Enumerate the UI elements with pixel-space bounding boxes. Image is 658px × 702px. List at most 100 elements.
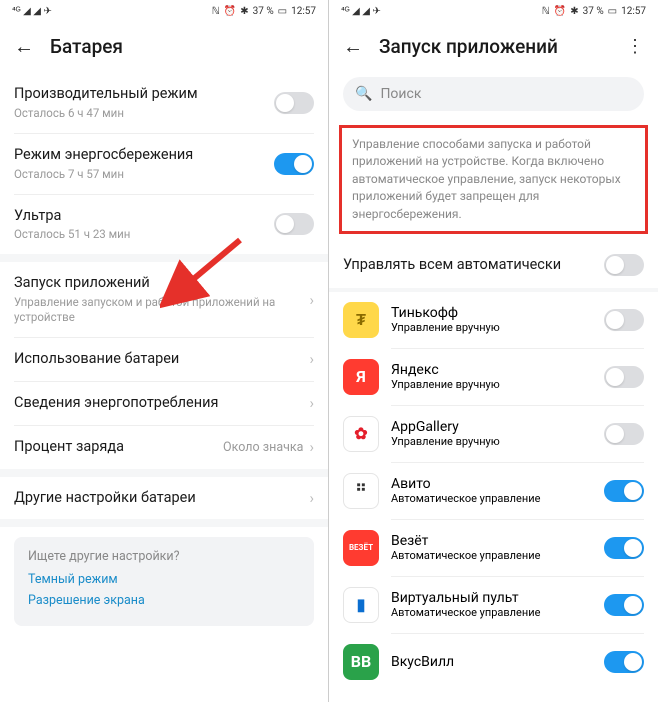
app-toggle[interactable] <box>604 537 644 559</box>
chevron-right-icon: › <box>309 489 314 507</box>
status-left: ⁴ᴳ ◢ ◢ ✈ <box>12 6 52 17</box>
toggle-ultra[interactable] <box>274 213 314 235</box>
battery-pct: 37 % <box>583 6 604 17</box>
row-power-saving[interactable]: Режим энергосбережения Осталось 7 ч 57 м… <box>0 134 328 194</box>
app-name: AppGallery <box>391 419 592 435</box>
row-subtitle: Осталось 51 ч 23 мин <box>14 227 274 242</box>
app-name: Тинькофф <box>391 305 592 321</box>
row-app-launch[interactable]: Запуск приложений Управление запуском и … <box>0 262 328 337</box>
screen-app-launch: ⁴ᴳ ◢ ◢ ✈ ℕ ⏰ ✱ 37 % ▭ 12:57 ← Запуск при… <box>329 0 658 702</box>
row-battery-percent[interactable]: Процент заряда Около значка › <box>0 426 328 469</box>
row-ultra[interactable]: Ультра Осталось 51 ч 23 мин <box>0 195 328 255</box>
bluetooth-icon: ✱ <box>570 6 578 17</box>
app-icon: ⠛ <box>343 473 379 509</box>
app-name: Виртуальный пульт <box>391 590 592 606</box>
app-list[interactable]: ₮ТинькоффУправление вручнуюЯЯндексУправл… <box>329 292 658 702</box>
app-row[interactable]: Я ЯндексУправление вручную <box>329 349 658 405</box>
row-power-details[interactable]: Сведения энергопотребления › <box>0 382 328 425</box>
clock: 12:57 <box>621 6 646 17</box>
chevron-right-icon: › <box>309 394 314 412</box>
app-toggle[interactable] <box>604 480 644 502</box>
app-subtitle: Автоматическое управление <box>391 549 592 562</box>
app-row[interactable]: ▮Виртуальный пультАвтоматическое управле… <box>329 577 658 633</box>
battery-pct: 37 % <box>253 6 274 17</box>
content-scroll[interactable]: Производительный режим Осталось 6 ч 47 м… <box>0 73 328 702</box>
row-title: Использование батареи <box>14 350 309 369</box>
row-value: Около значка <box>223 440 303 455</box>
row-title: Сведения энергопотребления <box>14 394 309 413</box>
status-left: ⁴ᴳ ◢ ◢ ✈ <box>341 6 381 17</box>
status-bar: ⁴ᴳ ◢ ◢ ✈ ℕ ⏰ ✱ 37 % ▭ 12:57 <box>0 0 328 22</box>
app-name: Авито <box>391 476 592 492</box>
row-title: Процент заряда <box>14 438 223 457</box>
row-battery-usage[interactable]: Использование батареи › <box>0 338 328 381</box>
row-title: Управлять всем автоматически <box>343 256 604 275</box>
signal-icon: ⁴ᴳ ◢ ◢ ✈ <box>12 6 52 17</box>
clock: 12:57 <box>291 6 316 17</box>
status-right: ℕ ⏰ ✱ 37 % ▭ 12:57 <box>212 6 316 17</box>
app-icon: Я <box>343 359 379 395</box>
app-name: Везёт <box>391 533 592 549</box>
tip-link-dark-mode[interactable]: Темный режим <box>28 572 300 587</box>
app-row[interactable]: ✿AppGalleryУправление вручную <box>329 406 658 462</box>
chevron-right-icon: › <box>309 350 314 368</box>
nfc-icon: ℕ <box>212 6 220 17</box>
toggle-performance[interactable] <box>274 92 314 114</box>
row-subtitle: Осталось 6 ч 47 мин <box>14 106 274 121</box>
tip-card: Ищете другие настройки? Темный режим Раз… <box>14 537 314 626</box>
row-title: Режим энергосбережения <box>14 146 274 165</box>
app-subtitle: Управление вручную <box>391 378 592 391</box>
toggle-manage-all[interactable] <box>604 254 644 276</box>
app-icon: ВВ <box>343 644 379 680</box>
app-name: ВкусВилл <box>391 654 592 670</box>
app-icon: ВЕЗЁТ <box>343 530 379 566</box>
header: ← Запуск приложений ⋮ <box>329 22 658 73</box>
search-icon: 🔍 <box>355 86 372 102</box>
chevron-right-icon: › <box>309 291 314 309</box>
status-bar: ⁴ᴳ ◢ ◢ ✈ ℕ ⏰ ✱ 37 % ▭ 12:57 <box>329 0 658 22</box>
row-title: Ультра <box>14 207 274 226</box>
app-toggle[interactable] <box>604 594 644 616</box>
back-arrow-icon[interactable]: ← <box>14 34 34 59</box>
app-row[interactable]: ⠛ АвитоАвтоматическое управление <box>329 463 658 519</box>
app-toggle[interactable] <box>604 309 644 331</box>
back-arrow-icon[interactable]: ← <box>343 34 363 59</box>
app-subtitle: Автоматическое управление <box>391 492 592 505</box>
row-title: Производительный режим <box>14 85 274 104</box>
app-row[interactable]: ВВ ВкусВилл <box>329 634 658 690</box>
app-row[interactable]: ₮ТинькоффУправление вручную <box>329 292 658 348</box>
screen-battery: ⁴ᴳ ◢ ◢ ✈ ℕ ⏰ ✱ 37 % ▭ 12:57 ← Батарея Пр… <box>0 0 329 702</box>
page-title: Батарея <box>50 35 314 58</box>
info-description: Управление способами запуска и работой п… <box>339 125 648 234</box>
bluetooth-icon: ✱ <box>240 6 248 17</box>
signal-icon: ⁴ᴳ ◢ ◢ ✈ <box>341 6 381 17</box>
battery-icon: ▭ <box>278 6 287 17</box>
app-toggle[interactable] <box>604 651 644 673</box>
row-other-settings[interactable]: Другие настройки батареи › <box>0 477 328 520</box>
alarm-icon: ⏰ <box>224 6 236 17</box>
app-row[interactable]: ВЕЗЁТ ВезётАвтоматическое управление <box>329 520 658 576</box>
chevron-right-icon: › <box>309 438 314 456</box>
page-title: Запуск приложений <box>379 35 610 58</box>
app-toggle[interactable] <box>604 366 644 388</box>
toggle-power-saving[interactable] <box>274 153 314 175</box>
app-toggle[interactable] <box>604 423 644 445</box>
app-icon: ▮ <box>343 587 379 623</box>
tip-link-resolution[interactable]: Разрешение экрана <box>28 593 300 608</box>
section-gap <box>0 254 328 262</box>
search-input[interactable]: 🔍 Поиск <box>343 77 644 111</box>
alarm-icon: ⏰ <box>554 6 566 17</box>
status-right: ℕ ⏰ ✱ 37 % ▭ 12:57 <box>542 6 646 17</box>
row-subtitle: Управление запуском и работой приложений… <box>14 295 309 325</box>
tip-question: Ищете другие настройки? <box>28 549 300 564</box>
row-manage-all-auto[interactable]: Управлять всем автоматически <box>329 242 658 288</box>
search-placeholder: Поиск <box>380 86 421 102</box>
app-subtitle: Управление вручную <box>391 435 592 448</box>
app-name: Яндекс <box>391 362 592 378</box>
battery-icon: ▭ <box>608 6 617 17</box>
row-subtitle: Осталось 7 ч 57 мин <box>14 167 274 182</box>
row-performance-mode[interactable]: Производительный режим Осталось 6 ч 47 м… <box>0 73 328 133</box>
row-title: Запуск приложений <box>14 274 309 293</box>
more-icon[interactable]: ⋮ <box>626 36 644 57</box>
header: ← Батарея <box>0 22 328 73</box>
